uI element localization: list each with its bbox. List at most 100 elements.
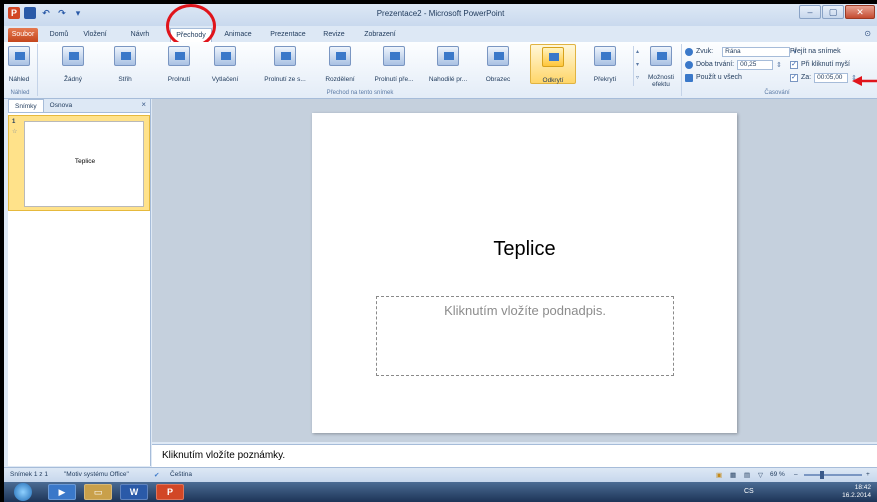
tab-outline[interactable]: Osnova (44, 99, 78, 112)
ribbon: Náhled Náhled Žádný Střih Prolnutí Vytla… (4, 42, 877, 99)
slides-panel: Snímky Osnova × 1 ☆ Teplice (8, 99, 151, 466)
slide-title[interactable]: Teplice (312, 238, 737, 261)
apply-all-button[interactable]: Použít u všech (685, 72, 742, 83)
help-icon[interactable]: ⊙ (864, 29, 871, 38)
on-click-checkbox[interactable]: ✓ (790, 60, 798, 69)
tab-slideshow[interactable]: Prezentace (264, 28, 312, 42)
slide-count: Snímek 1 z 1 (10, 471, 48, 478)
powerpoint-taskbar-icon[interactable]: P (156, 484, 184, 500)
slide-number: 1 (12, 119, 16, 125)
annotation-arrow-icon (852, 76, 877, 86)
tab-home[interactable]: Domů (44, 28, 74, 42)
title-bar: P ↶ ↷ ▾ Prezentace2 - Microsoft PowerPoi… (4, 4, 877, 26)
tab-view[interactable]: Zobrazení (356, 28, 404, 42)
notes-placeholder: Kliknutím vložíte poznámky. (162, 450, 286, 461)
tab-file[interactable]: Soubor (8, 28, 38, 42)
group-label-transitions: Přechod na tento snímek (326, 90, 394, 96)
maximize-button[interactable]: ▢ (822, 5, 844, 19)
transition-push[interactable]: Vytlačení (203, 44, 247, 84)
transition-none[interactable]: Žádný (56, 44, 90, 84)
panel-tabs: Snímky Osnova × (8, 99, 150, 113)
normal-view-icon[interactable]: ▣ (716, 471, 722, 479)
after-row: ✓ Za: 00:05,00 ⇕ (790, 72, 857, 83)
transition-fade[interactable]: Prolnutí (159, 44, 199, 84)
transition-wipe[interactable]: Prolnutí ze s... (256, 44, 314, 84)
preview-icon (8, 46, 30, 66)
tab-insert[interactable]: Vložení (78, 28, 112, 42)
on-click-row: ✓ Při kliknutí myší (790, 60, 851, 69)
transition-cover[interactable]: Překrytí (584, 44, 626, 84)
notes-pane[interactable]: Kliknutím vložíte poznámky. (152, 444, 877, 467)
duration-row: Doba trvání: 00,25 ⇕ (685, 59, 782, 70)
zoom-in-button[interactable]: + (866, 471, 870, 478)
clock-icon (685, 60, 693, 69)
word-icon[interactable]: W (120, 484, 148, 500)
preview-button[interactable]: Náhled (6, 44, 32, 84)
tab-slides[interactable]: Snímky (8, 99, 44, 112)
reading-view-icon[interactable]: ▤ (744, 471, 750, 479)
slide-thumbnail-selected[interactable]: 1 ☆ Teplice (8, 115, 150, 211)
subtitle-placeholder[interactable]: Kliknutím vložíte podnadpis. (376, 296, 674, 376)
thumbnail-title: Teplice (74, 158, 96, 165)
transition-fade-icon (168, 46, 190, 66)
effect-options-button[interactable]: Možnosti efektu (644, 44, 678, 88)
system-clock[interactable]: 18:42 16.2.2014 (842, 484, 871, 500)
transition-reveal-icon (383, 46, 405, 66)
sound-icon (685, 47, 693, 56)
status-bar: Snímek 1 z 1 "Motiv systému Office" ✔ Če… (4, 467, 877, 482)
spellcheck-icon[interactable]: ✔ (154, 471, 159, 479)
separator (681, 44, 682, 96)
transition-cover-icon (594, 46, 616, 66)
transition-random-bars[interactable]: Nahodilé pr... (422, 44, 474, 84)
slide-sorter-icon[interactable]: ▦ (730, 471, 736, 479)
input-language[interactable]: CS (744, 488, 754, 495)
media-player-icon[interactable]: ▶ (48, 484, 76, 500)
spinner-icon[interactable]: ⇕ (776, 61, 782, 69)
transition-uncover[interactable]: Odkrytí (530, 44, 576, 84)
gallery-scrollbar[interactable]: ▴ ▾ ▿ (633, 46, 641, 86)
transition-shape-icon (487, 46, 509, 66)
tab-review[interactable]: Revize (316, 28, 352, 42)
sound-row: Zvuk: Rána ▾ (685, 46, 797, 57)
effect-options-icon (650, 46, 672, 66)
transition-wipe-icon (274, 46, 296, 66)
tab-animations[interactable]: Animace (218, 28, 258, 42)
explorer-icon[interactable]: ▭ (84, 484, 112, 500)
duration-input[interactable]: 00,25 (737, 59, 774, 70)
slideshow-icon[interactable]: ▽ (758, 471, 763, 479)
advance-label: Přejít na snímek (790, 48, 841, 55)
transition-cut-icon (114, 46, 136, 66)
close-icon[interactable]: × (141, 100, 146, 109)
transition-uncover-icon (542, 47, 564, 67)
close-button[interactable]: ✕ (845, 5, 875, 19)
language[interactable]: Čeština (170, 471, 192, 478)
window-title: Prezentace2 - Microsoft PowerPoint (376, 9, 505, 18)
zoom-slider-handle[interactable] (820, 471, 824, 479)
transition-star-icon: ☆ (12, 129, 18, 135)
taskbar: ▶ ▭ W P CS 18:42 16.2.2014 (4, 482, 877, 502)
apply-all-icon (685, 73, 693, 82)
slide-canvas[interactable]: Teplice Kliknutím vložíte podnadpis. (312, 113, 737, 433)
transition-random-bars-icon (437, 46, 459, 66)
start-button[interactable] (14, 483, 32, 501)
zoom-out-button[interactable]: – (794, 471, 798, 478)
sound-select[interactable]: Rána (722, 46, 791, 57)
window-controls: – ▢ ✕ (799, 5, 875, 19)
group-label-timing: Časování (764, 90, 790, 96)
transition-none-icon (62, 46, 84, 66)
transition-reveal[interactable]: Prolnutí pře... (368, 44, 420, 84)
separator (37, 44, 38, 96)
transition-cut[interactable]: Střih (108, 44, 142, 84)
tab-design[interactable]: Návrh (116, 28, 164, 42)
after-input[interactable]: 00:05,00 (814, 72, 849, 83)
zoom-level[interactable]: 69 % (770, 471, 785, 478)
powerpoint-window: P ↶ ↷ ▾ Prezentace2 - Microsoft PowerPoi… (4, 4, 877, 482)
after-checkbox[interactable]: ✓ (790, 73, 798, 82)
slide-thumbnail[interactable]: Teplice (24, 121, 144, 207)
transition-split[interactable]: Rozdělení (318, 44, 362, 84)
transition-shape[interactable]: Obrazec (478, 44, 518, 84)
zoom-slider[interactable] (804, 474, 862, 476)
transition-push-icon (214, 46, 236, 66)
transition-split-icon (329, 46, 351, 66)
minimize-button[interactable]: – (799, 5, 821, 19)
